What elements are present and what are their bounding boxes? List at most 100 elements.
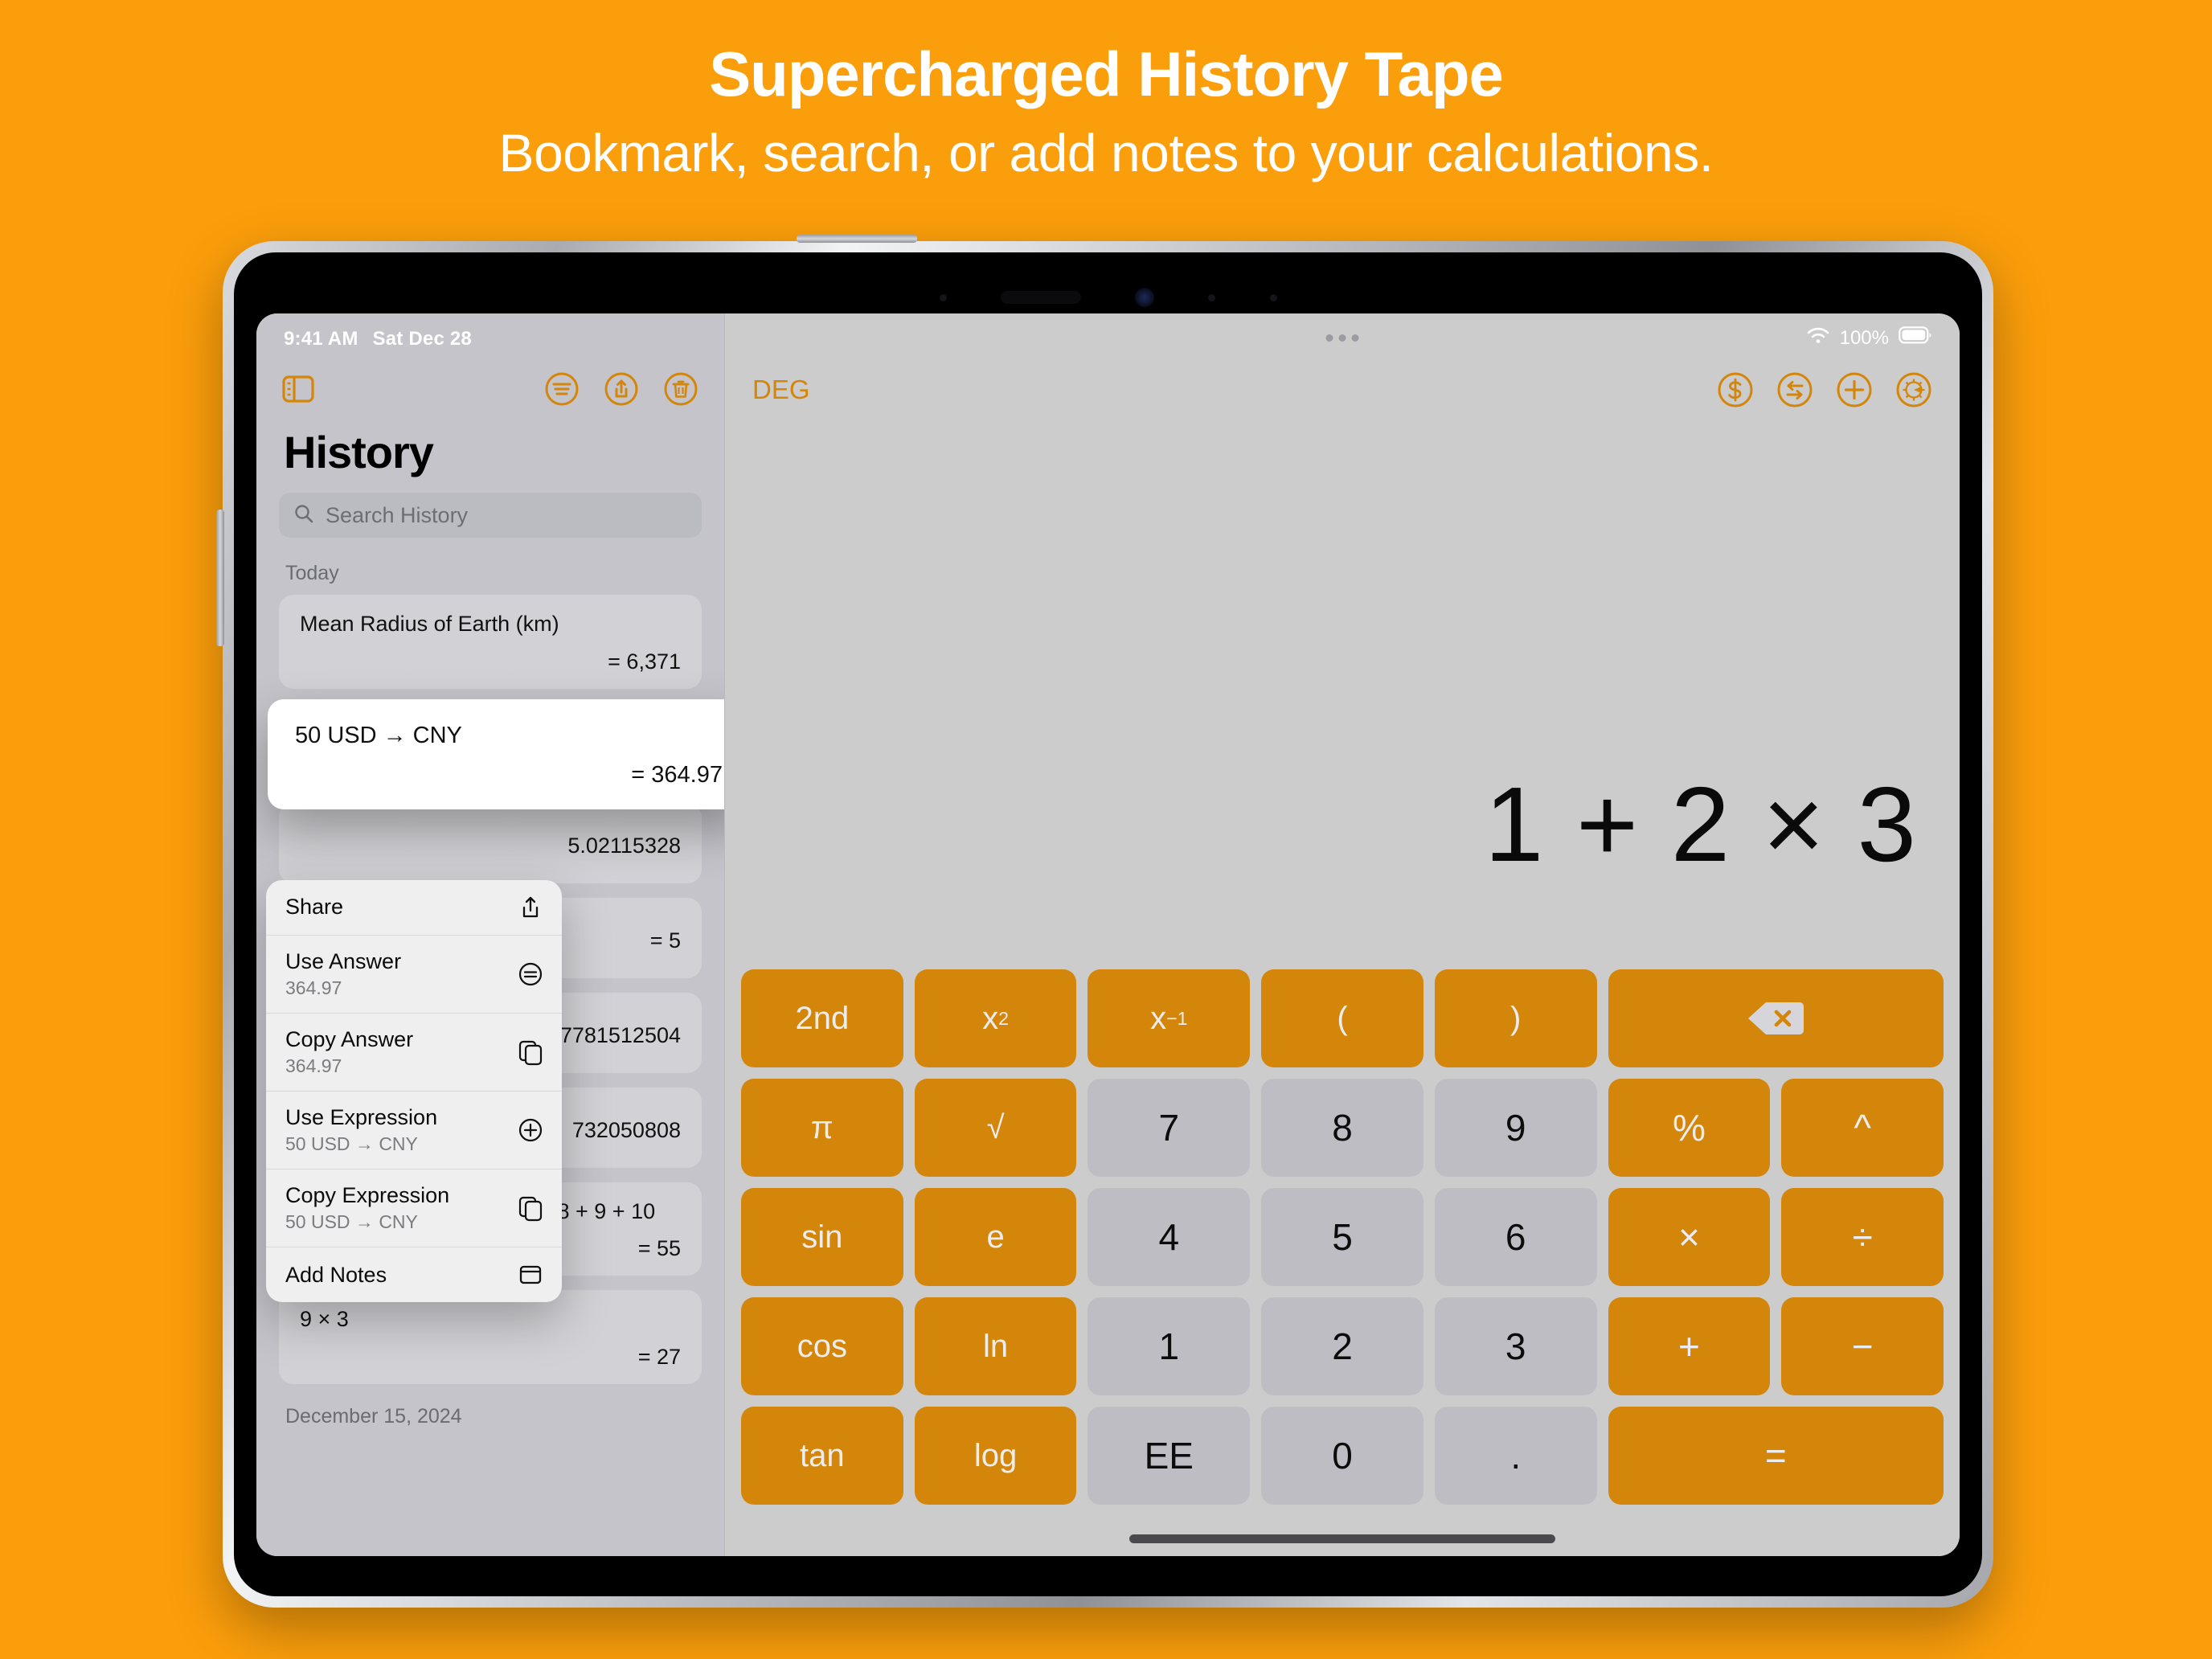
key-2[interactable]: 2	[1261, 1297, 1423, 1395]
search-input[interactable]: Search History	[279, 493, 702, 538]
ambient-sensor-icon	[1208, 293, 1216, 301]
list-item[interactable]: Mean Radius of Earth (km) = 6,371	[279, 595, 702, 689]
key-x-inverse[interactable]: x −1	[1088, 969, 1251, 1067]
trash-icon[interactable]	[663, 371, 698, 407]
menu-item-label: Share	[285, 895, 344, 920]
key-8[interactable]: 8	[1261, 1079, 1423, 1177]
history-expression: 50 USD → CNY	[295, 723, 462, 748]
menu-item-sublabel: 364.97	[285, 1055, 342, 1077]
status-bar-left: 9:41 AM Sat Dec 28	[256, 313, 724, 350]
status-time: 9:41 AM	[284, 328, 358, 350]
key-e[interactable]: e	[914, 1188, 1077, 1286]
share-icon	[517, 894, 544, 921]
angle-mode-label[interactable]: DEG	[752, 375, 810, 405]
device-screen: 9:41 AM Sat Dec 28 History Search Histor…	[256, 313, 1960, 1556]
menu-item-sublabel: 364.97	[285, 977, 342, 999]
search-icon	[293, 503, 314, 528]
filter-list-icon[interactable]	[544, 371, 580, 407]
note-icon	[517, 1261, 544, 1288]
battery-percent-label: 100%	[1839, 326, 1889, 349]
promo-title: Supercharged History Tape	[709, 39, 1504, 109]
key-2nd[interactable]: 2nd	[741, 969, 903, 1067]
key-plus[interactable]: +	[1608, 1297, 1771, 1395]
calculator-toolbar: DEG	[725, 371, 1960, 408]
menu-item-text: Share	[285, 895, 506, 920]
grabber-dot	[1338, 334, 1346, 342]
equals-circle-icon	[517, 961, 544, 988]
key-3[interactable]: 3	[1434, 1297, 1597, 1395]
key-1[interactable]: 1	[1088, 1297, 1251, 1395]
key-cos[interactable]: cos	[741, 1297, 903, 1395]
home-indicator[interactable]	[1129, 1534, 1555, 1543]
calculator-display: 1 + 2 × 3	[1484, 765, 1918, 883]
split-view-grabber[interactable]	[1325, 334, 1359, 342]
context-menu-item-copy-answer[interactable]: Copy Answer 364.97	[266, 1014, 562, 1092]
currency-dollar-icon[interactable]	[1717, 371, 1754, 408]
settings-gear-icon[interactable]	[1895, 371, 1932, 408]
copy-icon	[517, 1194, 544, 1222]
key-backspace[interactable]	[1608, 969, 1944, 1067]
key-5[interactable]: 5	[1261, 1188, 1423, 1286]
search-placeholder: Search History	[326, 502, 469, 527]
context-menu-item-use-expression[interactable]: Use Expression 50 USD → CNY	[266, 1092, 562, 1170]
key-percent[interactable]: %	[1608, 1079, 1771, 1177]
context-menu-item-copy-expression[interactable]: Copy Expression 50 USD → CNY	[266, 1169, 562, 1248]
key-6[interactable]: 6	[1434, 1188, 1597, 1286]
key-close-paren[interactable]: )	[1434, 969, 1597, 1067]
menu-item-text: Copy Expression 50 USD → CNY	[285, 1183, 506, 1233]
context-menu-item-add-notes[interactable]: Add Notes	[266, 1247, 562, 1302]
share-icon[interactable]	[604, 371, 639, 407]
status-bar-right: 100%	[1806, 326, 1932, 350]
key-multiply[interactable]: ×	[1608, 1188, 1771, 1286]
key-power[interactable]: ^	[1781, 1079, 1944, 1177]
key-decimal[interactable]: .	[1434, 1407, 1597, 1505]
key-open-paren[interactable]: (	[1261, 969, 1423, 1067]
context-menu-item-share[interactable]: Share	[266, 880, 562, 936]
sidebar-toggle-icon[interactable]	[282, 375, 314, 403]
key-ee[interactable]: EE	[1088, 1407, 1251, 1505]
key-0[interactable]: 0	[1261, 1407, 1423, 1505]
list-item[interactable]: 5.02115328	[279, 802, 702, 883]
history-result: = 364.97	[631, 761, 723, 788]
power-button[interactable]	[797, 235, 917, 243]
menu-item-text: Use Answer 364.97	[285, 949, 506, 999]
key-9[interactable]: 9	[1434, 1079, 1597, 1177]
context-menu: Share Use Answer 364.97 Copy Answer 364.…	[266, 880, 562, 1303]
device-bezel: 9:41 AM Sat Dec 28 History Search Histor…	[216, 235, 1982, 1596]
key-sqrt[interactable]: √	[914, 1079, 1077, 1177]
search-container: Search History	[256, 478, 724, 538]
key-minus[interactable]: −	[1781, 1297, 1944, 1395]
calculator-panel: 100% DEG 1 + 2 × 3 2nd x 2 x −1 () π √ …	[725, 313, 1960, 1556]
context-menu-item-use-answer[interactable]: Use Answer 364.97	[266, 936, 562, 1014]
front-camera-array	[939, 283, 1277, 312]
key-4[interactable]: 4	[1088, 1188, 1251, 1286]
list-item[interactable]: 9 × 3 = 27	[279, 1290, 702, 1385]
tablet-device: 9:41 AM Sat Dec 28 History Search Histor…	[216, 235, 1993, 1608]
menu-item-label: Copy Expression	[285, 1183, 450, 1208]
selected-history-item[interactable]: 50 USD → CNY = 364.97	[268, 699, 724, 809]
key-divide[interactable]: ÷	[1781, 1188, 1944, 1286]
history-result: = 6,371	[608, 649, 681, 674]
key-sin[interactable]: sin	[741, 1188, 903, 1286]
unit-convert-icon[interactable]	[1776, 371, 1813, 408]
camera-lens-icon	[1135, 288, 1154, 307]
calculator-keypad: 2nd x2 x −1 ( ) π √ 7 8 9 % ^ sin e 4 5 …	[741, 969, 1944, 1505]
volume-button[interactable]	[216, 510, 224, 646]
add-circle-icon[interactable]	[1836, 371, 1873, 408]
grabber-dot	[1325, 334, 1333, 342]
key-equals[interactable]: =	[1608, 1407, 1944, 1505]
key-x-squared[interactable]: x2	[914, 969, 1077, 1067]
menu-item-text: Use Expression 50 USD → CNY	[285, 1105, 506, 1155]
wifi-icon	[1806, 326, 1830, 350]
key-log[interactable]: log	[914, 1407, 1077, 1505]
key-ln[interactable]: ln	[914, 1297, 1077, 1395]
key-7[interactable]: 7	[1088, 1079, 1251, 1177]
key-pi[interactable]: π	[741, 1079, 903, 1177]
history-result: = 27	[637, 1345, 681, 1370]
grabber-dot	[1351, 334, 1359, 342]
speaker-grille-icon	[1000, 291, 1081, 304]
menu-item-sublabel: 50 USD → CNY	[285, 1133, 418, 1155]
key-tan[interactable]: tan	[741, 1407, 903, 1505]
menu-item-text: Add Notes	[285, 1263, 506, 1288]
sensor-dot-icon	[939, 293, 947, 301]
